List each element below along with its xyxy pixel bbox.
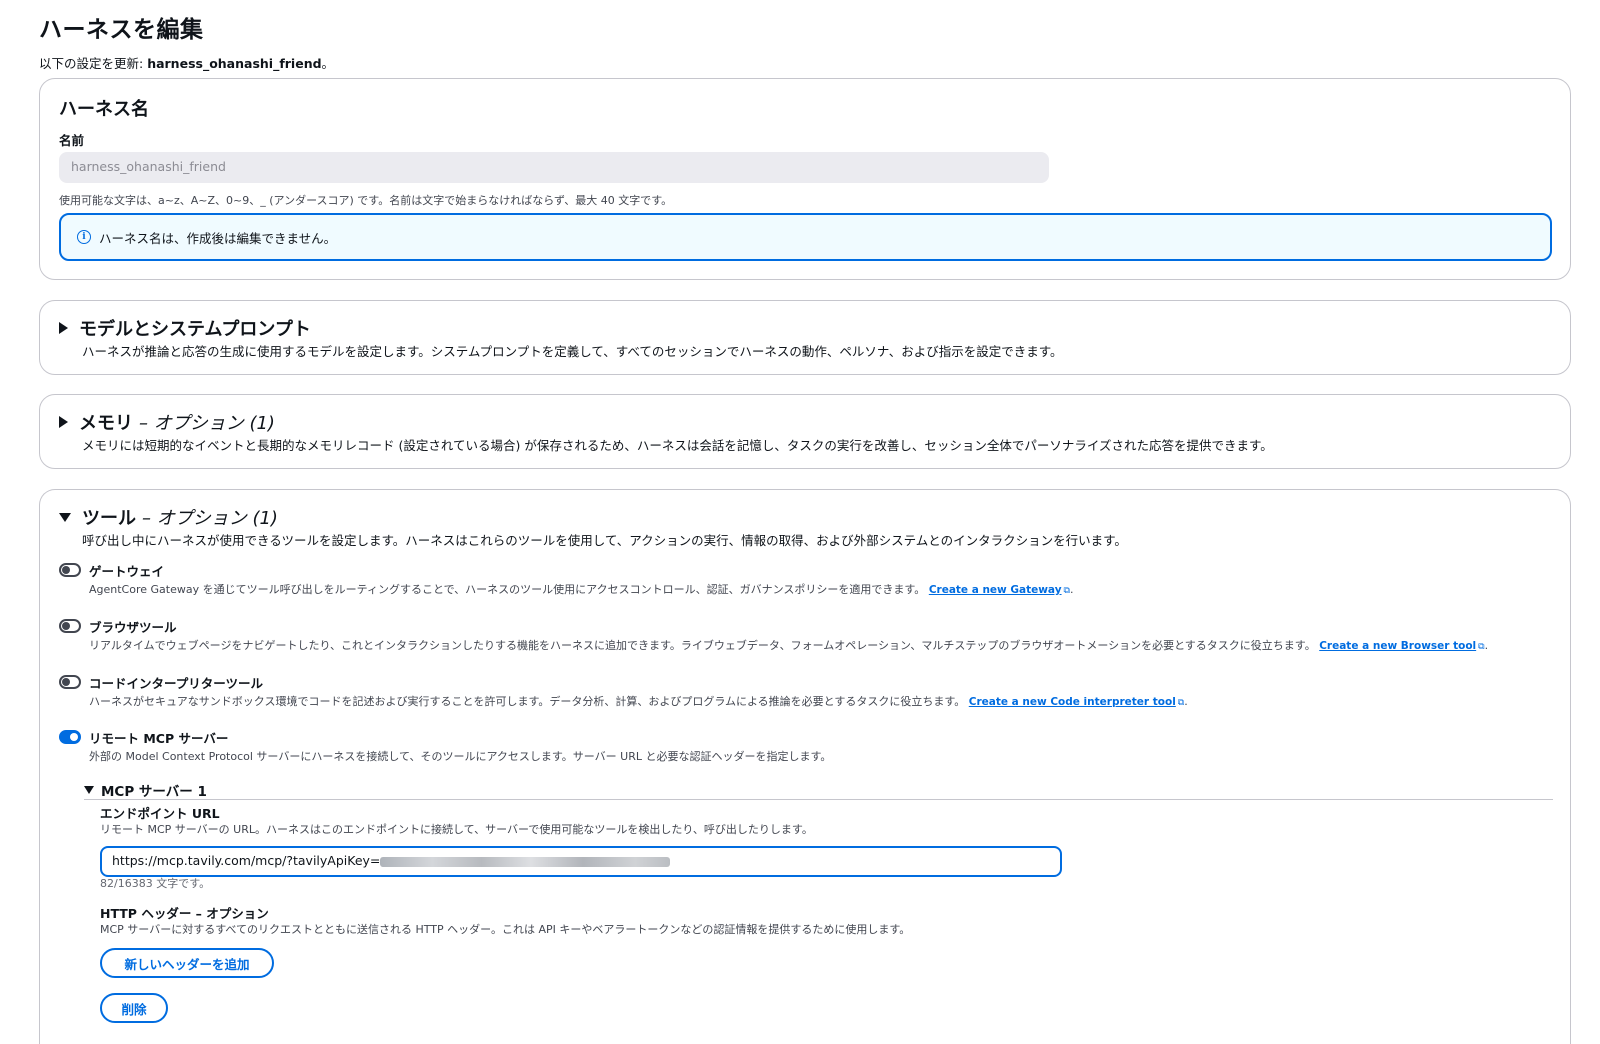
info-alert: i ハーネス名は、作成後は編集できません。 <box>59 213 1552 261</box>
name-input: harness_ohanashi_friend <box>59 152 1049 183</box>
code-interpreter-toggle[interactable] <box>59 675 81 689</box>
info-icon: i <box>77 230 91 244</box>
redacted-api-key <box>380 856 671 867</box>
name-field-label: 名前 <box>59 133 85 148</box>
caret-down-icon <box>84 786 94 794</box>
remote-mcp-label: リモート MCP サーバー <box>89 731 229 746</box>
endpoint-url-input[interactable]: https://mcp.tavily.com/mcp/?tavilyApiKey… <box>100 846 1062 877</box>
tools-panel: ツール – オプション (1) 呼び出し中にハーネスが使用できるツールを設定しま… <box>39 489 1571 1044</box>
tools-heading: ツール <box>82 508 136 529</box>
divider <box>84 799 1553 800</box>
model-heading: モデルとシステムプロンプト <box>79 319 311 340</box>
endpoint-description: リモート MCP サーバーの URL。ハーネスはこのエンドポイントに接続して、サ… <box>100 823 813 836</box>
page-title: ハーネスを編集 <box>39 17 204 43</box>
memory-expand-header[interactable]: メモリ – オプション (1) <box>59 409 275 435</box>
tools-optional: – オプション (1) <box>142 508 278 529</box>
caret-right-icon <box>59 322 68 334</box>
page-subtitle: 以下の設定を更新: harness_ohanashi_friend。 <box>39 56 335 71</box>
browser-toggle[interactable] <box>59 619 81 633</box>
info-alert-text: ハーネス名は、作成後は編集できません。 <box>99 230 337 246</box>
endpoint-label: エンドポイント URL <box>100 806 220 821</box>
caret-right-icon <box>59 416 68 428</box>
caret-down-icon <box>59 512 71 522</box>
mcp-server-title: MCP サーバー 1 <box>101 784 207 800</box>
create-gateway-link[interactable]: Create a new Gateway <box>929 584 1062 596</box>
http-headers-label: HTTP ヘッダー – オプション <box>100 906 269 921</box>
model-panel: モデルとシステムプロンプト ハーネスが推論と応答の生成に使用するモデルを設定しま… <box>39 300 1571 375</box>
memory-heading: メモリ <box>79 413 133 434</box>
external-link-icon: ⧉ <box>1478 642 1485 652</box>
harness-name-panel: ハーネス名 名前 harness_ohanashi_friend 使用可能な文字… <box>39 78 1571 280</box>
create-code-interpreter-link[interactable]: Create a new Code interpreter tool <box>969 696 1176 708</box>
browser-label: ブラウザツール <box>89 620 177 635</box>
remote-mcp-description: 外部の Model Context Protocol サーバーにハーネスを接続し… <box>89 750 832 763</box>
name-constraint-hint: 使用可能な文字は、a~z、A~Z、0~9、_ (アンダースコア) です。名前は文… <box>59 194 673 207</box>
memory-panel: メモリ – オプション (1) メモリには短期的なイベントと長期的なメモリレコー… <box>39 394 1571 469</box>
harness-name-ref: harness_ohanashi_friend <box>147 56 322 71</box>
tools-description: 呼び出し中にハーネスが使用できるツールを設定します。ハーネスはこれらのツールを使… <box>82 533 1127 548</box>
gateway-toggle[interactable] <box>59 563 81 577</box>
gateway-label: ゲートウェイ <box>89 564 165 579</box>
model-description: ハーネスが推論と応答の生成に使用するモデルを設定します。システムプロンプトを定義… <box>82 344 1063 359</box>
delete-button[interactable]: 削除 <box>100 993 168 1023</box>
memory-optional: – オプション (1) <box>139 413 275 434</box>
external-link-icon: ⧉ <box>1063 586 1070 596</box>
memory-description: メモリには短期的なイベントと長期的なメモリレコード (設定されている場合) が保… <box>82 438 1273 453</box>
page-header: ハーネスを編集 以下の設定を更新: harness_ohanashi_frien… <box>39 10 334 72</box>
external-link-icon: ⧉ <box>1177 698 1185 708</box>
browser-description: リアルタイムでウェブページをナビゲートしたり、これとインタラクションしたりする機… <box>89 639 1489 652</box>
char-count: 82/16383 文字です。 <box>100 877 211 890</box>
remote-mcp-toggle[interactable] <box>59 730 81 744</box>
add-header-button[interactable]: 新しいヘッダーを追加 <box>100 948 274 978</box>
model-expand-header[interactable]: モデルとシステムプロンプト <box>59 315 311 341</box>
gateway-description: AgentCore Gateway を通じてツール呼び出しをルーティングすること… <box>89 583 1074 596</box>
mcp-server-expand-header[interactable]: MCP サーバー 1 <box>84 780 207 800</box>
tools-expand-header[interactable]: ツール – オプション (1) <box>59 504 278 530</box>
code-interpreter-description: ハーネスがセキュアなサンドボックス環境でコードを記述および実行することを許可しま… <box>89 695 1188 708</box>
code-interpreter-label: コードインタープリターツール <box>89 676 264 691</box>
http-headers-description: MCP サーバーに対するすべてのリクエストとともに送信される HTTP ヘッダー… <box>100 923 911 936</box>
create-browser-link[interactable]: Create a new Browser tool <box>1319 640 1476 652</box>
harness-name-heading: ハーネス名 <box>59 99 149 120</box>
